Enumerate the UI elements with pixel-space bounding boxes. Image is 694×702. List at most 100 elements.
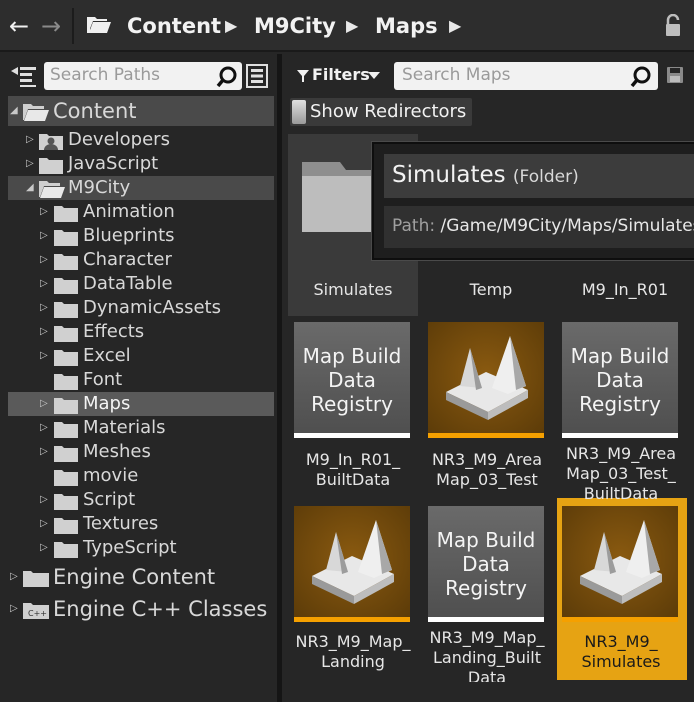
tree-item-label: DynamicAssets xyxy=(83,297,221,318)
tree-item-meshes[interactable]: ▷ Meshes xyxy=(8,440,274,464)
tree-item-animation[interactable]: ▷ Animation xyxy=(8,200,274,224)
expand-arrow-icon[interactable]: ▷ xyxy=(10,571,18,583)
breadcrumb-chevron-icon[interactable]: ▶ xyxy=(346,15,358,37)
tree-item-script[interactable]: ▷ Script xyxy=(8,488,274,512)
asset-thumbnail: Map Build Data Registry xyxy=(428,506,544,622)
folder-icon xyxy=(54,326,78,342)
folder-icon xyxy=(54,278,78,294)
checkbox-icon[interactable] xyxy=(292,100,306,124)
folder-icon xyxy=(54,470,78,486)
tree-item-textures[interactable]: ▷ Textures xyxy=(8,512,274,536)
expand-arrow-icon[interactable]: ▷ xyxy=(26,158,34,170)
asset-type-stripe xyxy=(294,433,410,438)
expand-arrow-icon[interactable]: ▷ xyxy=(40,422,48,434)
level-map-icon xyxy=(312,520,394,604)
expand-arrow-icon[interactable]: ▷ xyxy=(10,603,18,615)
expand-arrow-icon[interactable]: ▷ xyxy=(40,254,48,266)
asset-thumbnail xyxy=(294,506,410,622)
tree-item-label: JavaScript xyxy=(68,153,159,174)
level-map-icon xyxy=(580,520,662,604)
tree-item-label: Script xyxy=(83,489,136,510)
search-maps-input[interactable]: Search Maps xyxy=(394,62,658,90)
collapse-arrow-icon[interactable]: ◢ xyxy=(26,182,34,194)
breadcrumb-chevron-icon[interactable]: ▶ xyxy=(225,15,237,37)
tree-item-content[interactable]: ◢ Content xyxy=(8,96,274,126)
expand-arrow-icon[interactable]: ▷ xyxy=(40,350,48,362)
filter-icon xyxy=(297,70,309,82)
folder-icon xyxy=(23,571,49,587)
lock-icon[interactable] xyxy=(664,14,684,38)
tree-item-label: Animation xyxy=(83,201,175,222)
view-options-icon[interactable] xyxy=(246,64,268,88)
cpp-folder-icon: C++ xyxy=(23,603,49,619)
asset-thumbnail xyxy=(562,506,678,622)
tree-item-effects[interactable]: ▷ Effects xyxy=(8,320,274,344)
folder-open-icon xyxy=(23,104,49,121)
breadcrumb-maps[interactable]: Maps xyxy=(375,12,438,40)
tree-item-maps[interactable]: ▷ Maps xyxy=(8,392,274,416)
search-icon[interactable] xyxy=(216,66,238,88)
expand-arrow-icon[interactable]: ▷ xyxy=(40,230,48,242)
expand-arrow-icon[interactable]: ▷ xyxy=(40,494,48,506)
breadcrumb-m9city[interactable]: M9City xyxy=(254,12,336,40)
folder-name-m9-in-r01[interactable]: M9_In_R01 xyxy=(556,280,694,300)
tree-item-label: Excel xyxy=(83,345,131,366)
tree-item-engine-cpp-classes[interactable]: ▷ C++ Engine C++ Classes xyxy=(8,594,274,624)
folder-icon xyxy=(54,518,78,534)
expand-arrow-icon[interactable]: ▷ xyxy=(40,542,48,554)
expand-arrow-icon[interactable]: ▷ xyxy=(40,518,48,530)
folder-tooltip: Simulates (Folder) Path: /Game/M9City/Ma… xyxy=(371,141,694,261)
expand-arrow-icon[interactable]: ▷ xyxy=(40,206,48,218)
tree-item-datatable[interactable]: ▷ DataTable xyxy=(8,272,274,296)
sources-panel: Search Paths ◢ Content ▷ Developers ▷ Ja… xyxy=(0,54,277,702)
expand-arrow-icon[interactable]: ▷ xyxy=(40,446,48,458)
tree-item-developers[interactable]: ▷ Developers xyxy=(8,128,274,152)
asset-thumbnail xyxy=(428,322,544,438)
tooltip-body: Path: /Game/M9City/Maps/Simulates xyxy=(384,206,694,248)
tree-item-javascript[interactable]: ▷ JavaScript xyxy=(8,152,274,176)
breadcrumb-chevron-icon[interactable]: ▶ xyxy=(449,15,461,37)
sources-toggle-icon[interactable] xyxy=(10,64,38,88)
tree-item-font[interactable]: Font xyxy=(8,368,274,392)
tree-item-excel[interactable]: ▷ Excel xyxy=(8,344,274,368)
asset-type-stripe xyxy=(562,617,678,622)
asset-type-stripe xyxy=(428,617,544,622)
folder-open-icon xyxy=(87,17,111,33)
tree-item-dynamicassets[interactable]: ▷ DynamicAssets xyxy=(8,296,274,320)
asset-type-stripe xyxy=(562,433,678,438)
folder-icon xyxy=(54,350,78,366)
collapse-arrow-icon[interactable]: ◢ xyxy=(10,105,18,117)
folder-icon xyxy=(54,254,78,270)
folder-icon xyxy=(54,542,78,558)
asset-type-stripe xyxy=(294,617,410,622)
show-redirectors-toggle[interactable]: Show Redirectors xyxy=(290,98,472,126)
expand-arrow-icon[interactable]: ▷ xyxy=(40,278,48,290)
forward-arrow-icon[interactable]: → xyxy=(38,12,64,40)
tree-item-typescript[interactable]: ▷ TypeScript xyxy=(8,536,274,560)
tree-item-movie[interactable]: movie xyxy=(8,464,274,488)
asset-view-panel: Filters Search Maps Show Redirectors Sim… xyxy=(282,54,694,702)
breadcrumb-content[interactable]: Content xyxy=(127,12,221,40)
expand-arrow-icon[interactable]: ▷ xyxy=(40,326,48,338)
back-arrow-icon[interactable]: ← xyxy=(6,12,32,40)
expand-arrow-icon[interactable]: ▷ xyxy=(26,134,34,146)
tree-item-character[interactable]: ▷ Character xyxy=(8,248,274,272)
tree-item-label: M9City xyxy=(68,177,131,198)
tree-item-label: Effects xyxy=(83,321,145,342)
expand-arrow-icon[interactable]: ▷ xyxy=(40,398,48,410)
tree-item-m9city[interactable]: ◢ M9City xyxy=(8,176,274,200)
folder-name: Simulates xyxy=(313,280,393,299)
tree-item-label: movie xyxy=(83,465,139,486)
tree-item-materials[interactable]: ▷ Materials xyxy=(8,416,274,440)
save-search-icon[interactable] xyxy=(666,66,684,84)
tree-item-blueprints[interactable]: ▷ Blueprints xyxy=(8,224,274,248)
search-icon[interactable] xyxy=(630,66,652,88)
content-browser: ← → Content ▶ M9City ▶ Maps ▶ Search Pat… xyxy=(0,0,694,702)
tree-item-engine-content[interactable]: ▷ Engine Content xyxy=(8,562,274,592)
search-maps-placeholder: Search Maps xyxy=(402,65,511,85)
dropdown-arrow-icon xyxy=(368,72,380,79)
search-paths-input[interactable]: Search Paths xyxy=(44,62,242,90)
expand-arrow-icon[interactable]: ▷ xyxy=(40,302,48,314)
folder-name-temp[interactable]: Temp xyxy=(422,280,560,300)
folder-icon xyxy=(54,446,78,462)
